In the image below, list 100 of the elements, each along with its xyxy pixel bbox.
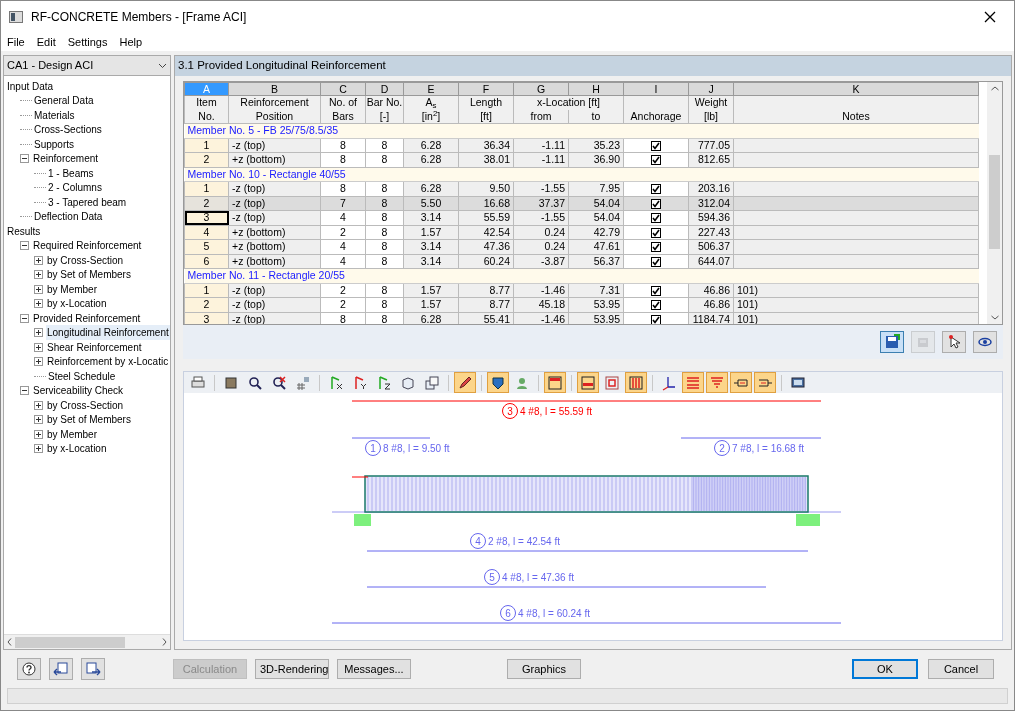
collapse-icon[interactable]	[20, 386, 29, 396]
columns-icon[interactable]	[625, 372, 647, 393]
layers-top-icon[interactable]	[682, 372, 704, 393]
expand-icon[interactable]	[34, 270, 43, 280]
frame-top-icon[interactable]	[544, 372, 566, 393]
expand-icon[interactable]	[34, 400, 43, 410]
bar-number: 4	[475, 535, 481, 547]
horizontal-scrollbar[interactable]	[4, 634, 170, 649]
column-letter[interactable]: K	[733, 82, 979, 96]
window-title: RF-CONCRETE Members - [Frame ACI]	[31, 9, 247, 26]
save-icon	[884, 334, 900, 350]
tree-item[interactable]: Longitudinal Reinforcement	[46, 325, 170, 341]
rendering-button[interactable]: 3D-Rendering	[255, 659, 329, 679]
layers-bottom-icon[interactable]	[706, 372, 728, 393]
tree-item[interactable]: Steel Schedule	[47, 368, 117, 384]
shield-icon[interactable]	[487, 372, 509, 393]
tree-item[interactable]: by x-Location	[46, 441, 108, 457]
expand-icon[interactable]	[34, 328, 43, 338]
menu-item[interactable]: File	[7, 33, 25, 51]
bar-number: 6	[505, 607, 511, 619]
export-icon	[85, 661, 101, 677]
expand-icon[interactable]	[34, 415, 43, 425]
collapse-icon[interactable]	[20, 313, 29, 323]
tree-item[interactable]: Reinforcement by x-Locatic	[46, 354, 170, 370]
tree-item[interactable]: 1 - Beams	[47, 165, 95, 181]
column-letter[interactable]: E	[403, 82, 459, 96]
column-letter[interactable]: J	[688, 82, 734, 96]
expand-icon[interactable]	[34, 429, 43, 439]
menu-item[interactable]: Settings	[67, 33, 108, 51]
checkbox[interactable]	[651, 256, 661, 267]
menu-item[interactable]: Edit	[36, 33, 56, 51]
export-button[interactable]	[81, 658, 105, 680]
tree-item[interactable]: by Set of Members	[46, 267, 132, 283]
expand-icon[interactable]	[34, 284, 43, 294]
tree-item[interactable]: Input Data	[6, 78, 55, 94]
tree-item[interactable]: Shear Reinforcement	[46, 339, 143, 355]
tree-item[interactable]: Required Reinforcement	[32, 238, 143, 254]
checkbox[interactable]	[651, 285, 661, 296]
help-button[interactable]	[17, 658, 41, 680]
tree-item[interactable]: Results	[6, 223, 42, 239]
checkbox[interactable]	[651, 184, 661, 195]
scroll-right-icon[interactable]	[162, 638, 167, 646]
tree-item[interactable]: by Cross-Section	[46, 397, 125, 413]
scroll-up-icon[interactable]	[990, 86, 999, 91]
checkbox[interactable]	[651, 155, 661, 166]
column-letter[interactable]: B	[228, 82, 321, 96]
tree-item[interactable]: General Data	[33, 93, 95, 109]
checkbox[interactable]	[651, 242, 661, 253]
tree-item[interactable]: by Member	[46, 281, 98, 297]
cancel-button[interactable]: Cancel	[928, 659, 994, 679]
checkbox[interactable]	[651, 140, 661, 151]
tree-item[interactable]: Provided Reinforcement	[32, 310, 142, 326]
collapse-icon[interactable]	[20, 241, 29, 251]
checkbox[interactable]	[651, 198, 661, 209]
column-letter[interactable]: G	[513, 82, 569, 96]
bracket-left-icon[interactable]	[730, 372, 752, 393]
tree-item[interactable]: Cross-Sections	[33, 122, 103, 138]
case-dropdown[interactable]: CA1 - Design ACI	[4, 56, 170, 76]
eye-button[interactable]	[973, 331, 997, 353]
column-letter[interactable]: F	[458, 82, 514, 96]
tree-item[interactable]: by Cross-Section	[46, 252, 125, 268]
column-letter[interactable]: I	[623, 82, 689, 96]
checkbox[interactable]	[651, 213, 661, 224]
tree-item[interactable]: 3 - Tapered beam	[47, 194, 128, 210]
messages-button[interactable]: Messages...	[337, 659, 411, 679]
checkbox[interactable]	[651, 227, 661, 238]
frame-bottom-icon[interactable]	[577, 372, 599, 393]
scroll-down-icon[interactable]	[990, 315, 999, 320]
tree-item[interactable]: Supports	[33, 136, 76, 152]
expand-icon[interactable]	[34, 342, 43, 352]
collapse-icon[interactable]	[20, 154, 29, 164]
tree-item[interactable]: Deflection Data	[33, 209, 104, 225]
tree-item[interactable]: Materials	[33, 107, 76, 123]
checkbox[interactable]	[651, 314, 661, 324]
graphics-button[interactable]: Graphics	[507, 659, 581, 679]
marker-circle	[714, 440, 730, 456]
column-letter[interactable]: C	[320, 82, 366, 96]
tree-item[interactable]: Serviceability Check	[32, 383, 125, 399]
bracket-right-icon[interactable]	[754, 372, 776, 393]
checkbox[interactable]	[651, 300, 661, 311]
tree-item[interactable]: 2 - Columns	[47, 180, 103, 196]
tree-item[interactable]: by Member	[46, 426, 98, 442]
expand-icon[interactable]	[34, 357, 43, 367]
tree-item[interactable]: by x-Location	[46, 296, 108, 312]
import-button[interactable]	[49, 658, 73, 680]
expand-icon[interactable]	[34, 255, 43, 265]
pointer-button[interactable]	[942, 331, 966, 353]
column-letter[interactable]: D	[365, 82, 404, 96]
expand-icon[interactable]	[34, 299, 43, 309]
scroll-left-icon[interactable]	[7, 638, 12, 646]
menu-item[interactable]: Help	[119, 33, 143, 51]
tree-item[interactable]: Reinforcement	[32, 151, 100, 167]
vertical-scrollbar[interactable]	[987, 82, 1002, 324]
tree-item[interactable]: by Set of Members	[46, 412, 132, 428]
expand-icon[interactable]	[34, 444, 43, 454]
marker-circle	[484, 569, 500, 585]
ok-button[interactable]: OK	[852, 659, 918, 679]
column-letter[interactable]: H	[568, 82, 624, 96]
pencil-icon[interactable]	[454, 372, 476, 393]
save-button[interactable]	[880, 331, 904, 353]
